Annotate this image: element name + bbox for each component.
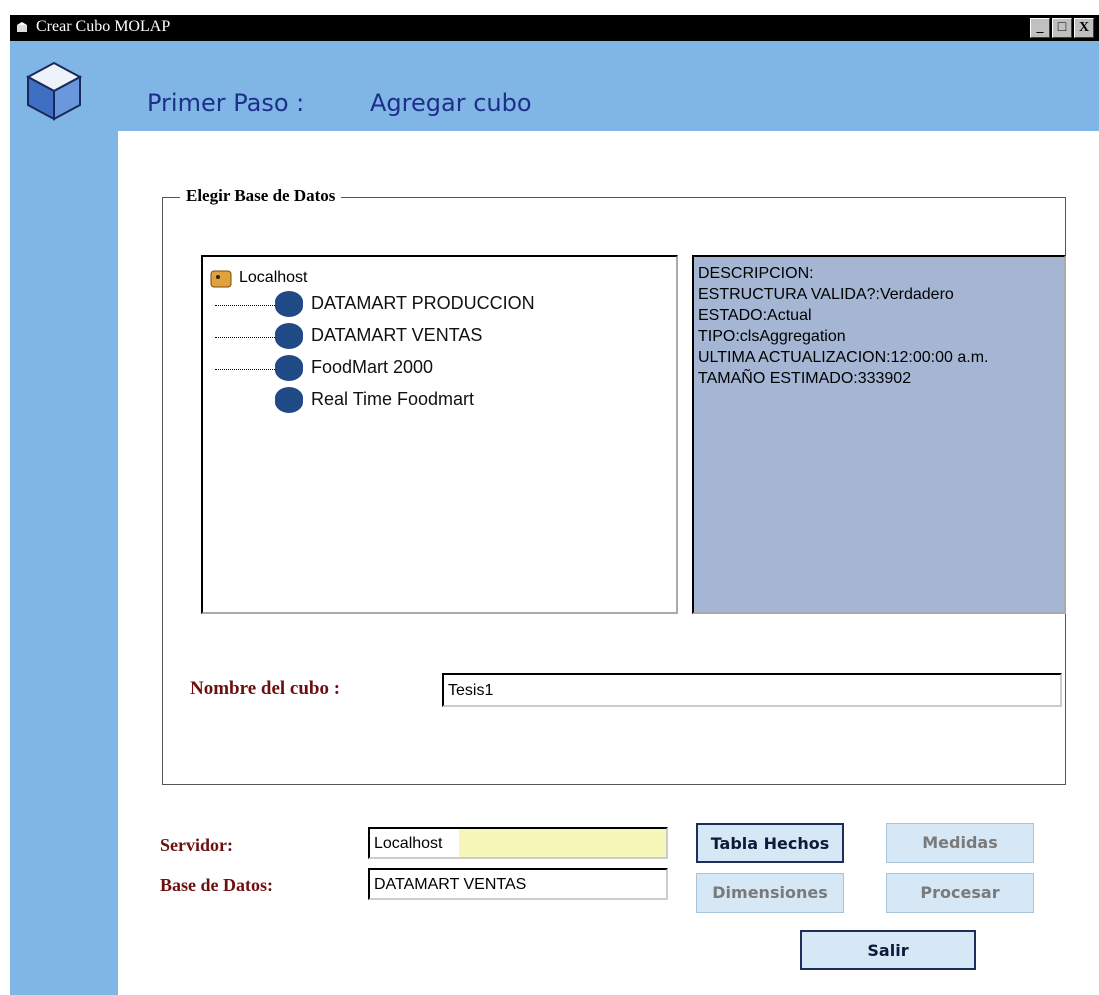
wizard-sidebar <box>10 131 118 995</box>
server-field[interactable]: Localhost <box>368 827 668 859</box>
tree-root-localhost[interactable]: Localhost <box>239 269 308 287</box>
desc-line: ESTRUCTURA VALIDA?:Verdadero <box>698 286 954 303</box>
database-tree[interactable]: Localhost DATAMART PRODUCCION DATAMART V… <box>201 255 678 614</box>
step-title: Agregar cubo <box>370 89 532 117</box>
salir-button[interactable]: Salir <box>800 930 976 970</box>
tabla-hechos-button[interactable]: Tabla Hechos <box>696 823 844 863</box>
tree-connector <box>215 369 275 370</box>
close-icon[interactable]: X <box>1074 18 1094 38</box>
window-title: Crear Cubo MOLAP <box>36 18 171 35</box>
medidas-button[interactable]: Medidas <box>886 823 1034 863</box>
tree-item-real-time-foodmart[interactable]: Real Time Foodmart <box>275 387 474 413</box>
cube-name-input[interactable]: Tesis1 <box>442 673 1062 707</box>
database-icon <box>275 291 303 317</box>
database-icon <box>275 323 303 349</box>
procesar-button[interactable]: Procesar <box>886 873 1034 913</box>
groupbox-legend: Elegir Base de Datos <box>180 186 342 206</box>
crear-cubo-window: Crear Cubo MOLAP _ □ X Primer Paso : Agr… <box>10 15 1099 995</box>
database-icon <box>275 387 303 413</box>
desc-line: ULTIMA ACTUALIZACION:12:00:00 a.m. <box>698 349 989 366</box>
desc-line: DESCRIPCION: <box>698 265 814 282</box>
server-label: Servidor: <box>160 835 233 855</box>
tree-item-foodmart-2000[interactable]: FoodMart 2000 <box>275 355 433 381</box>
desc-line: TIPO:clsAggregation <box>698 328 846 345</box>
database-label: Base de Datos: <box>160 875 273 895</box>
database-icon <box>275 355 303 381</box>
desc-line: TAMAÑO ESTIMADO:333902 <box>698 370 912 387</box>
tree-connector <box>215 337 275 338</box>
dimensiones-button[interactable]: Dimensiones <box>696 873 844 913</box>
database-field[interactable]: DATAMART VENTAS <box>368 868 668 900</box>
desc-line: ESTADO:Actual <box>698 307 812 324</box>
wizard-header: Primer Paso : Agregar cubo <box>10 41 1099 131</box>
server-icon <box>210 270 232 288</box>
tree-item-datamart-ventas[interactable]: DATAMART VENTAS <box>275 323 482 349</box>
app-icon <box>17 22 27 32</box>
title-bar[interactable]: Crear Cubo MOLAP _ □ X <box>10 15 1099 41</box>
minimize-icon[interactable]: _ <box>1030 18 1050 38</box>
cube-icon <box>25 61 83 121</box>
tree-connector <box>215 305 275 306</box>
tree-item-datamart-produccion[interactable]: DATAMART PRODUCCION <box>275 291 535 317</box>
maximize-icon[interactable]: □ <box>1052 18 1072 38</box>
description-panel: DESCRIPCION: ESTRUCTURA VALIDA?:Verdader… <box>692 255 1066 614</box>
step-label: Primer Paso : <box>147 89 305 117</box>
cube-name-label: Nombre del cubo : <box>190 678 341 699</box>
